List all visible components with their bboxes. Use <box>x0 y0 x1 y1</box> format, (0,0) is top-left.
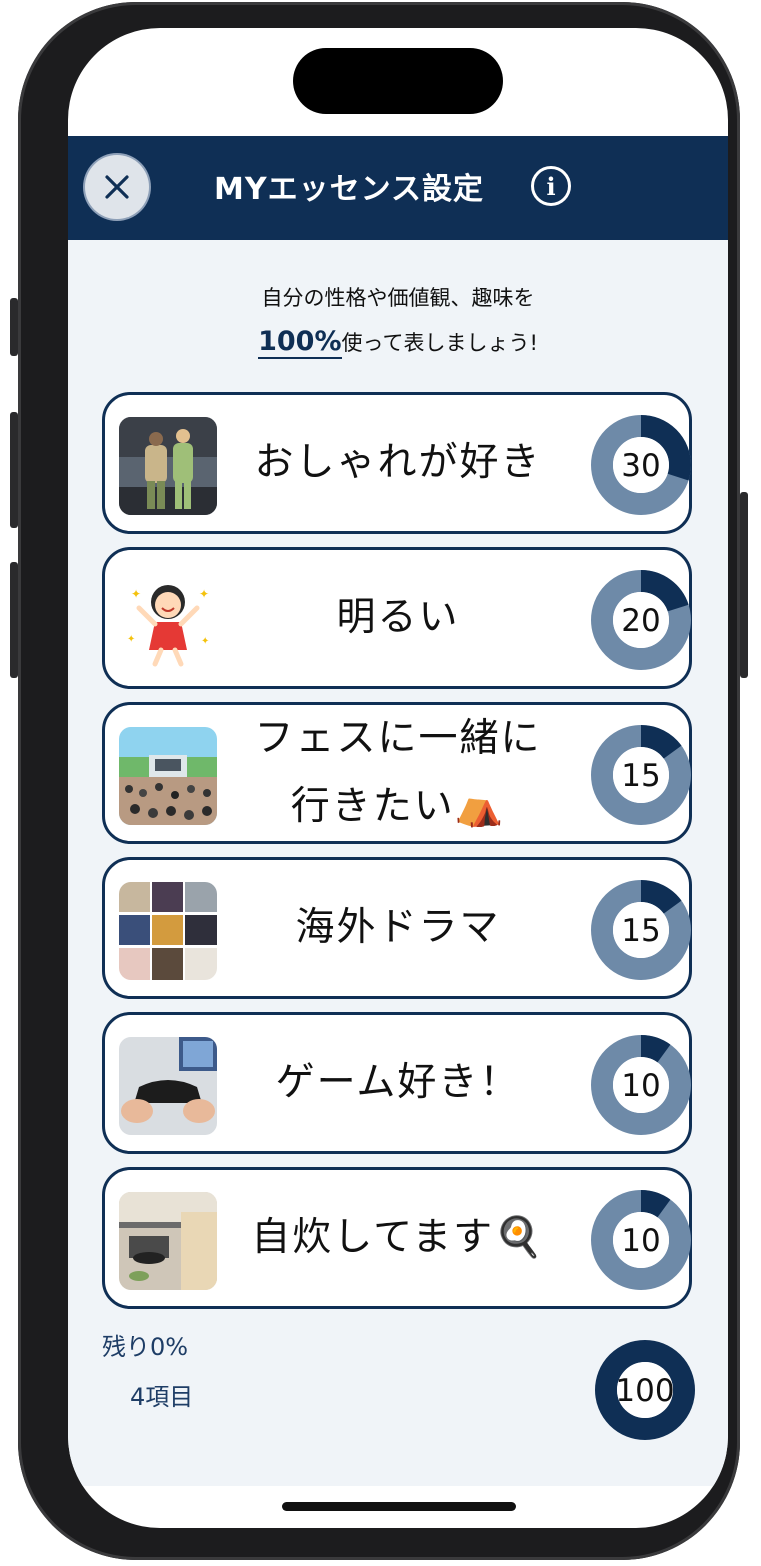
percentage-donut: 30 <box>591 415 691 515</box>
game-controller-photo <box>119 1037 217 1135</box>
percentage-donut: 15 <box>591 880 691 980</box>
remaining-percent: 残り0% <box>102 1333 189 1361</box>
essence-card[interactable]: 自炊してます🍳 10 <box>102 1167 692 1309</box>
percentage-donut: 10 <box>591 1190 691 1290</box>
donut-value: 30 <box>621 448 660 484</box>
percentage-donut: 20 <box>591 570 691 670</box>
donut-value: 10 <box>621 1223 660 1259</box>
percent-highlight: 100% <box>258 326 342 359</box>
essence-card[interactable]: 海外ドラマ 15 <box>102 857 692 999</box>
dynamic-island <box>293 48 503 114</box>
fashion-couple-photo <box>119 417 217 515</box>
remaining-summary: 残り0% 4項目 <box>102 1322 193 1422</box>
total-value: 100 <box>615 1373 674 1409</box>
power-button <box>740 492 748 678</box>
essence-card[interactable]: おしゃれが好き 30 <box>102 392 692 534</box>
screen: MYエッセンス設定 i 自分の性格や価値観、趣味を 100%使って表しましょう! <box>68 28 728 1528</box>
intro-line-1: 自分の性格や価値観、趣味を <box>261 286 535 310</box>
cooking-photo <box>119 1192 217 1290</box>
svg-text:✦: ✦ <box>131 587 141 601</box>
header-bar: MYエッセンス設定 i <box>68 136 728 240</box>
intro-line-2-rest: 使って表しましょう! <box>341 331 538 355</box>
essence-card[interactable]: ゲーム好き！ 10 <box>102 1012 692 1154</box>
item-count: 4項目 <box>130 1383 194 1411</box>
volume-down-button <box>10 562 18 678</box>
close-button[interactable] <box>85 155 149 219</box>
music-festival-photo <box>119 727 217 825</box>
essence-card[interactable]: フェスに一緒に 行きたい⛺ 15 <box>102 702 692 844</box>
percentage-donut: 10 <box>591 1035 691 1135</box>
svg-text:✦: ✦ <box>127 634 135 645</box>
volume-up-button <box>10 412 18 528</box>
home-indicator[interactable] <box>282 1502 516 1511</box>
donut-value: 20 <box>621 603 660 639</box>
essence-card[interactable]: ✦ ✦ ✦ ✦ 明るい 20 <box>102 547 692 689</box>
svg-text:✦: ✦ <box>199 587 209 601</box>
action-button <box>10 298 18 356</box>
item-label: 明るい <box>336 595 460 640</box>
info-icon[interactable]: i <box>531 166 571 206</box>
tv-drama-posters <box>119 882 217 980</box>
phone-frame: MYエッセンス設定 i 自分の性格や価値観、趣味を 100%使って表しましょう! <box>18 2 740 1560</box>
donut-value: 15 <box>621 758 660 794</box>
item-label: おしゃれが好き <box>254 440 542 485</box>
item-label: ゲーム好き！ <box>275 1060 521 1105</box>
donut-value: 15 <box>621 913 660 949</box>
item-label: 自炊してます🍳 <box>251 1215 545 1260</box>
total-donut: 100 <box>595 1340 695 1440</box>
content-area: 自分の性格や価値観、趣味を 100%使って表しましょう! おしゃれが好き 30 … <box>68 240 728 1486</box>
percentage-donut: 15 <box>591 725 691 825</box>
page-title: MYエッセンス設定 <box>214 172 484 207</box>
intro-line-2: 100%使って表しましょう! <box>68 320 728 365</box>
close-icon <box>105 175 129 199</box>
intro-text: 自分の性格や価値観、趣味を 100%使って表しましょう! <box>68 276 728 365</box>
item-label: フェスに一緒に 行きたい⛺ <box>254 716 542 829</box>
donut-value: 10 <box>621 1068 660 1104</box>
item-label: 海外ドラマ <box>295 905 501 950</box>
svg-text:✦: ✦ <box>201 636 209 647</box>
cheerful-girl-illustration: ✦ ✦ ✦ ✦ <box>119 572 217 670</box>
